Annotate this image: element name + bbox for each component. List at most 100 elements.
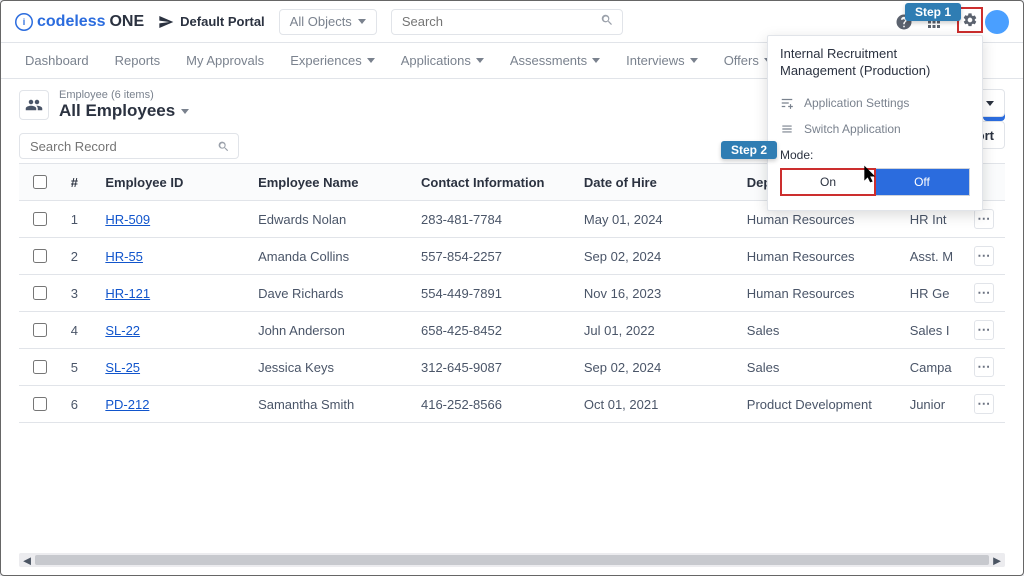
scroll-thumb[interactable] bbox=[35, 555, 989, 565]
tab-assessments[interactable]: Assessments bbox=[500, 43, 610, 79]
employee-name: Amanda Collins bbox=[248, 238, 411, 275]
mode-label: Mode: bbox=[780, 148, 970, 162]
row-checkbox[interactable] bbox=[33, 249, 47, 263]
tab-label: Offers bbox=[724, 53, 759, 68]
logo-text-pre: codeless bbox=[37, 13, 105, 31]
employee-name: John Anderson bbox=[248, 312, 411, 349]
col-row[interactable]: # bbox=[61, 164, 96, 201]
employee-id-link[interactable]: SL-22 bbox=[105, 323, 140, 338]
scroll-left-icon[interactable]: ◄ bbox=[21, 554, 33, 566]
chevron-down-icon bbox=[986, 101, 994, 106]
contact-info: 283-481-7784 bbox=[411, 201, 574, 238]
row-checkbox[interactable] bbox=[33, 323, 47, 337]
tab-label: Reports bbox=[115, 53, 161, 68]
col-contact[interactable]: Contact Information bbox=[411, 164, 574, 201]
object-selector[interactable]: All Objects bbox=[279, 9, 377, 35]
logo-mark-icon: i bbox=[15, 13, 33, 31]
employee-name: Edwards Nolan bbox=[248, 201, 411, 238]
row-checkbox[interactable] bbox=[33, 360, 47, 374]
portal-label: Default Portal bbox=[180, 14, 265, 29]
department: Human Resources bbox=[737, 275, 900, 312]
step2-badge: Step 2 bbox=[721, 141, 777, 159]
row-more-button[interactable]: ⋯ bbox=[974, 283, 994, 303]
mode-off-button[interactable]: Off bbox=[875, 169, 969, 195]
table-row[interactable]: 4SL-22John Anderson658-425-8452Jul 01, 2… bbox=[19, 312, 1005, 349]
step1-badge: Step 1 bbox=[905, 3, 961, 21]
department: Sales bbox=[737, 312, 900, 349]
employee-name: Jessica Keys bbox=[248, 349, 411, 386]
panel-title: Internal Recruitment Management (Product… bbox=[780, 46, 970, 80]
tab-my-approvals[interactable]: My Approvals bbox=[176, 43, 274, 79]
record-search-input[interactable] bbox=[28, 138, 217, 155]
record-search[interactable] bbox=[19, 133, 239, 159]
row-more-button[interactable]: ⋯ bbox=[974, 320, 994, 340]
position: Sales I bbox=[900, 312, 964, 349]
tab-experiences[interactable]: Experiences bbox=[280, 43, 385, 79]
row-checkbox[interactable] bbox=[33, 286, 47, 300]
employees-icon bbox=[19, 90, 49, 120]
chevron-down-icon bbox=[476, 58, 484, 63]
col-employee-id[interactable]: Employee ID bbox=[95, 164, 248, 201]
table-row[interactable]: 3HR-121Dave Richards554-449-7891Nov 16, … bbox=[19, 275, 1005, 312]
row-number: 2 bbox=[61, 238, 96, 275]
row-more-button[interactable]: ⋯ bbox=[974, 246, 994, 266]
breadcrumb: Employee (6 items) bbox=[59, 89, 189, 101]
tab-interviews[interactable]: Interviews bbox=[616, 43, 708, 79]
logo-text-post: ONE bbox=[109, 13, 144, 31]
avatar[interactable] bbox=[985, 10, 1009, 34]
row-more-button[interactable]: ⋯ bbox=[974, 209, 994, 229]
contact-info: 312-645-9087 bbox=[411, 349, 574, 386]
employee-id-link[interactable]: HR-509 bbox=[105, 212, 150, 227]
employee-id-link[interactable]: PD-212 bbox=[105, 397, 149, 412]
position: Asst. M bbox=[900, 238, 964, 275]
row-checkbox[interactable] bbox=[33, 397, 47, 411]
tab-label: My Approvals bbox=[186, 53, 264, 68]
mode-toggle[interactable]: On Off bbox=[780, 168, 970, 196]
hire-date: Sep 02, 2024 bbox=[574, 349, 737, 386]
sliders-icon bbox=[780, 96, 794, 110]
table-row[interactable]: 5 SL-25 Jessica Keys312-645-9087Sep 02, 20… bbox=[19, 349, 1005, 386]
object-selector-label: All Objects bbox=[290, 14, 352, 29]
switch-application-link[interactable]: Switch Application bbox=[780, 116, 970, 142]
col-hire-date[interactable]: Date of Hire bbox=[574, 164, 737, 201]
search-input[interactable] bbox=[400, 13, 600, 30]
view-title[interactable]: All Employees bbox=[59, 101, 189, 121]
chevron-down-icon bbox=[358, 19, 366, 24]
mode-on-button[interactable]: On bbox=[781, 169, 875, 195]
employee-id-link[interactable]: HR-55 bbox=[105, 249, 143, 264]
tab-dashboard[interactable]: Dashboard bbox=[15, 43, 99, 79]
position: Junior bbox=[900, 386, 964, 423]
tab-reports[interactable]: Reports bbox=[105, 43, 171, 79]
portal-selector[interactable]: Default Portal bbox=[158, 14, 265, 30]
employee-id-link[interactable]: HR-121 bbox=[105, 286, 150, 301]
horizontal-scrollbar[interactable]: ◄ ► bbox=[19, 553, 1005, 567]
row-number: 6 bbox=[61, 386, 96, 423]
select-all-checkbox[interactable] bbox=[33, 175, 47, 189]
tab-label: Interviews bbox=[626, 53, 685, 68]
col-employee-name[interactable]: Employee Name bbox=[248, 164, 411, 201]
row-checkbox[interactable] bbox=[33, 212, 47, 226]
hire-date: Jul 01, 2022 bbox=[574, 312, 737, 349]
global-search[interactable] bbox=[391, 9, 623, 35]
contact-info: 416-252-8566 bbox=[411, 386, 574, 423]
tab-label: Assessments bbox=[510, 53, 587, 68]
tab-applications[interactable]: Applications bbox=[391, 43, 494, 79]
row-more-button[interactable]: ⋯ bbox=[974, 357, 994, 377]
search-icon bbox=[600, 13, 614, 30]
row-more-button[interactable]: ⋯ bbox=[974, 394, 994, 414]
hire-date: Oct 01, 2021 bbox=[574, 386, 737, 423]
table-row[interactable]: 2HR-55Amanda Collins557-854-2257Sep 02, … bbox=[19, 238, 1005, 275]
chevron-down-icon bbox=[690, 58, 698, 63]
chevron-down-icon bbox=[592, 58, 600, 63]
application-settings-link[interactable]: Application Settings bbox=[780, 90, 970, 116]
contact-info: 658-425-8452 bbox=[411, 312, 574, 349]
svg-text:i: i bbox=[23, 17, 26, 27]
row-number: 5 bbox=[61, 349, 96, 386]
search-icon bbox=[217, 140, 230, 153]
department: Sales bbox=[737, 349, 900, 386]
employee-name: Samantha Smith bbox=[248, 386, 411, 423]
table-row[interactable]: 6 PD-212 Samantha Smith416-252-8566Oct 01,… bbox=[19, 386, 1005, 423]
employee-id-link[interactable]: SL-25 bbox=[105, 360, 140, 375]
scroll-right-icon[interactable]: ► bbox=[991, 554, 1003, 566]
hire-date: Nov 16, 2023 bbox=[574, 275, 737, 312]
